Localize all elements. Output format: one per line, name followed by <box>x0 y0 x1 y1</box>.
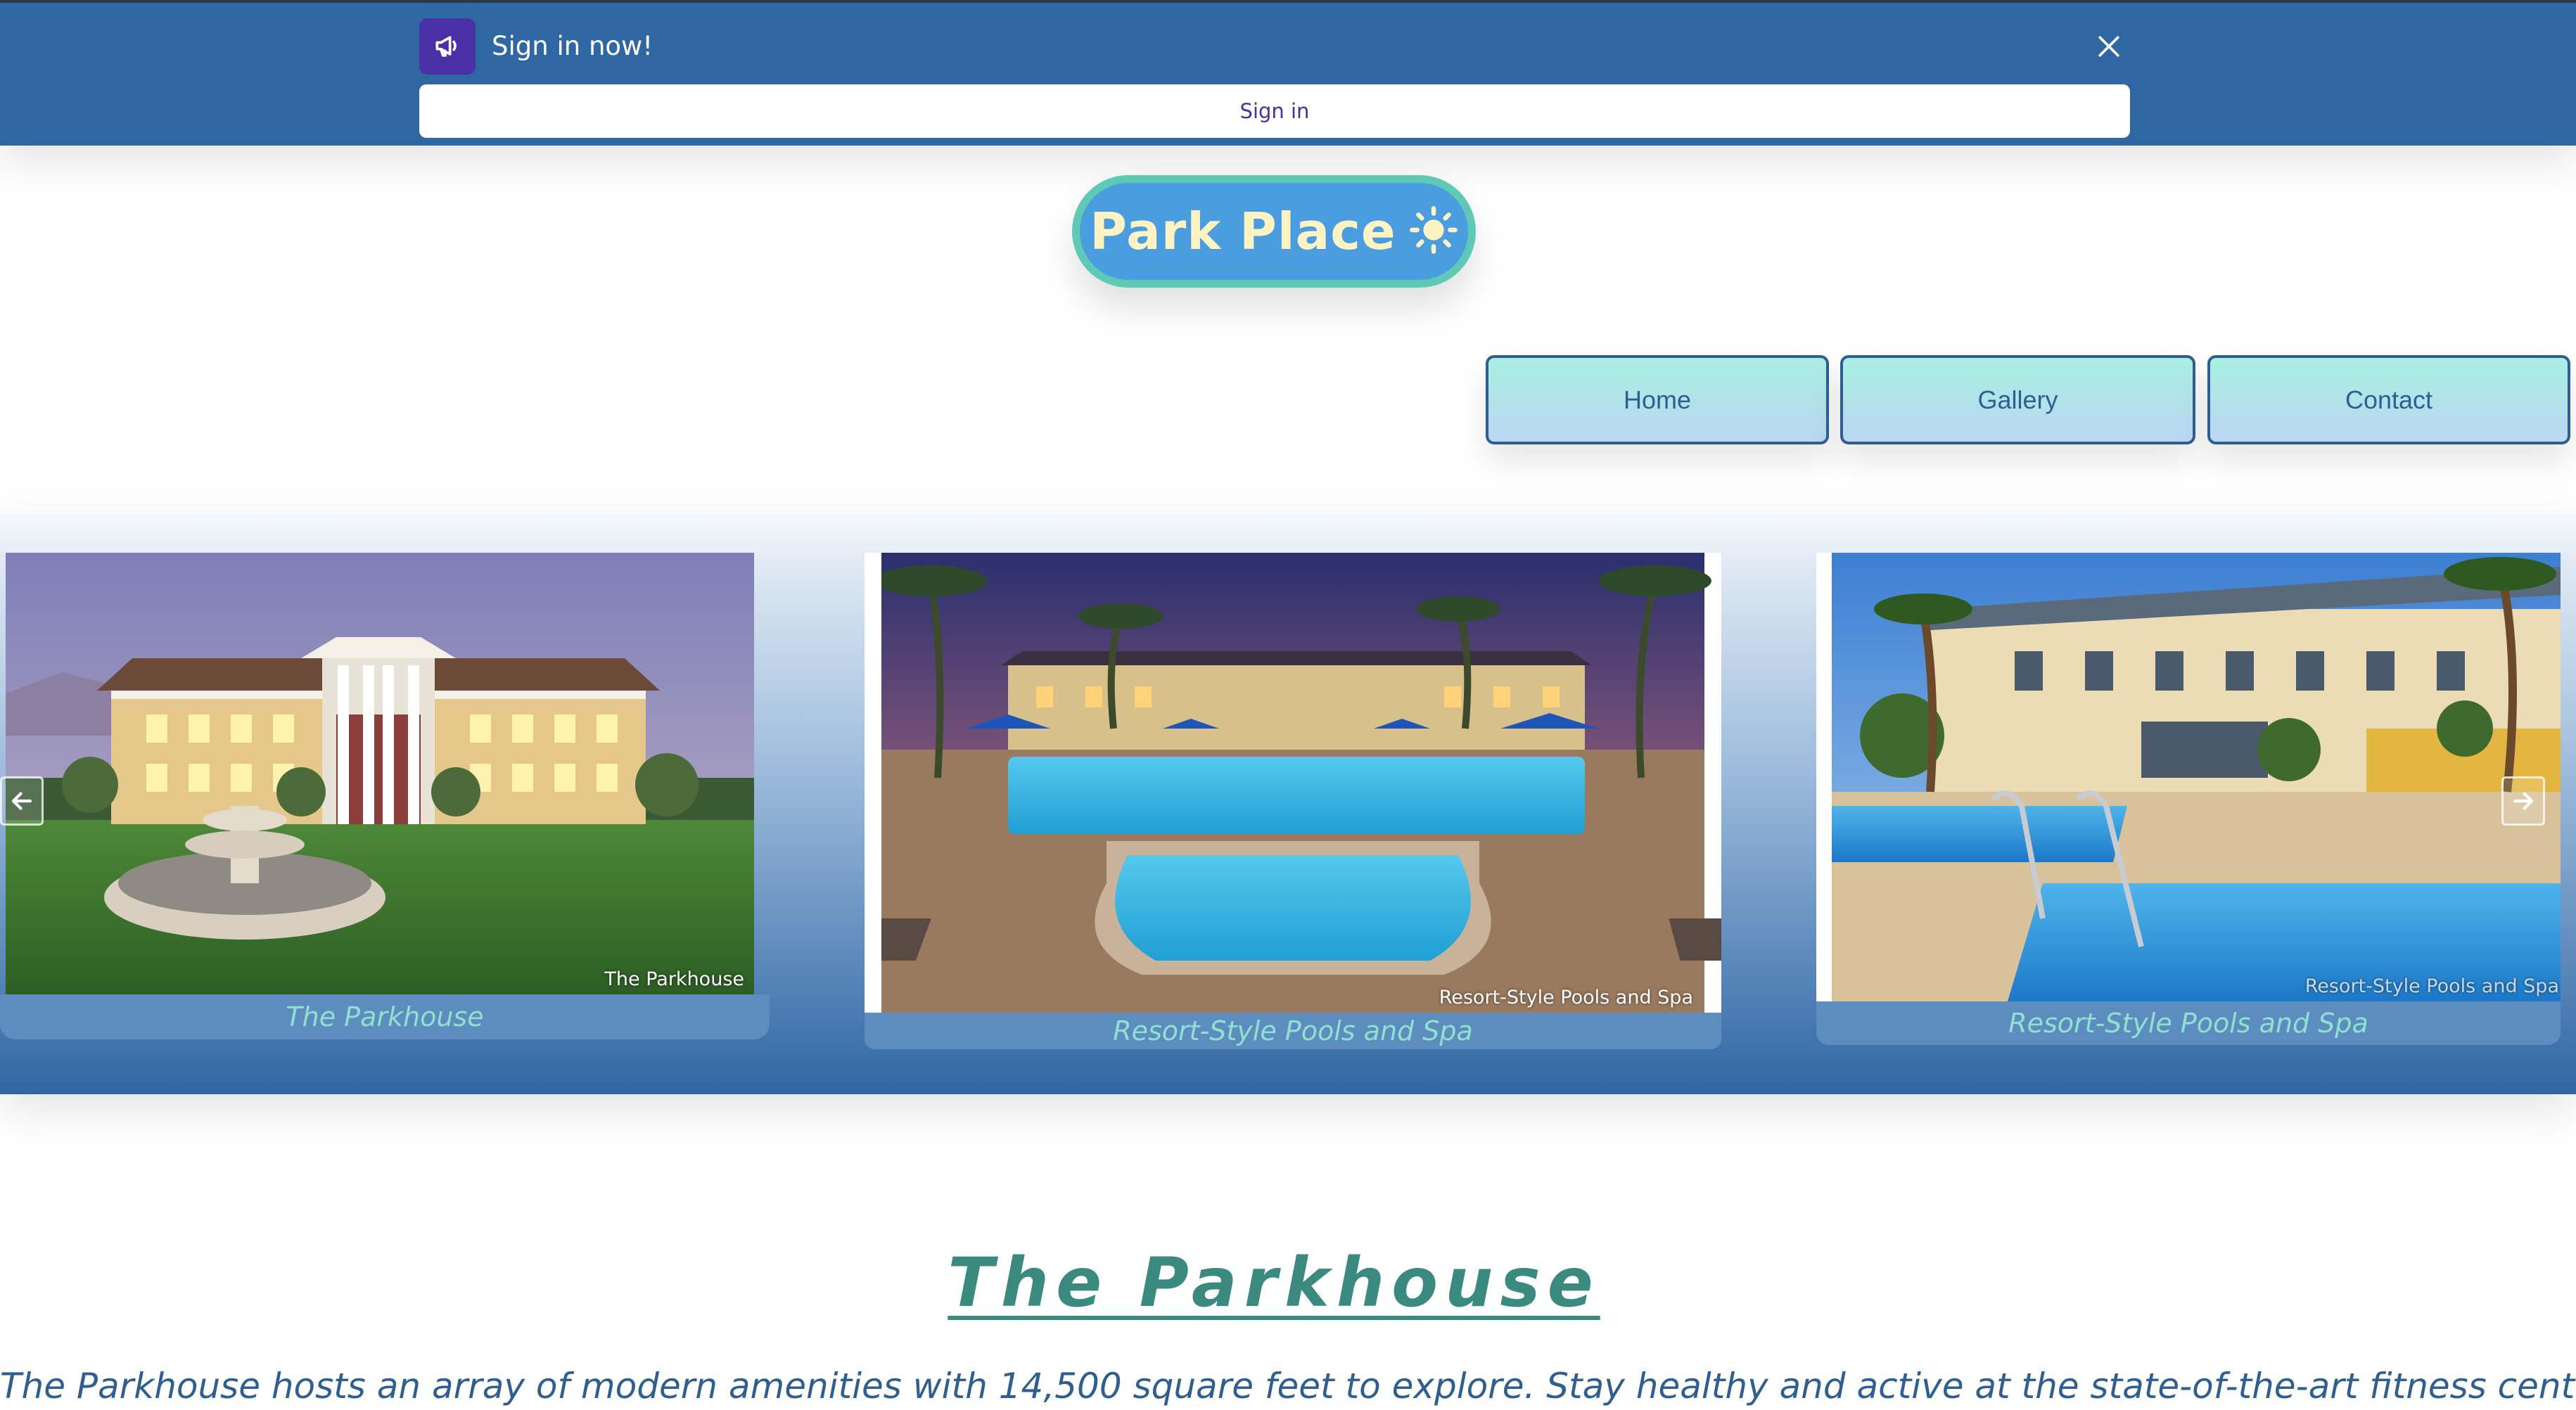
slide-caption: Resort-Style Pools and Spa <box>865 1013 1721 1049</box>
slide-image-caption: The Parkhouse <box>604 968 744 990</box>
article-body: The Parkhouse hosts an array of modern a… <box>0 1366 2576 1406</box>
slide-image: The Parkhouse <box>6 553 754 994</box>
image-carousel: The Parkhouse The Parkhouse Resort-Style… <box>0 506 2576 1094</box>
site-logo[interactable]: Park Place <box>1072 175 1476 288</box>
slide-caption: Resort-Style Pools and Spa <box>1816 1001 2561 1045</box>
close-icon[interactable] <box>2088 25 2130 68</box>
sign-in-button[interactable]: Sign in <box>419 84 2130 138</box>
carousel-slide[interactable]: Resort-Style Pools and Spa Resort-Style … <box>865 553 1721 1049</box>
arrow-left-icon <box>11 792 32 810</box>
sign-in-banner: Sign in now! Sign in <box>0 0 2576 146</box>
sun-icon <box>1409 205 1458 258</box>
nav-contact[interactable]: Contact <box>2207 355 2570 444</box>
slide-image-caption: Resort-Style Pools and Spa <box>2304 975 2559 997</box>
slide-caption: The Parkhouse <box>0 994 770 1039</box>
slide-image: Resort-Style Pools and Spa <box>1816 553 2561 1001</box>
carousel-slide[interactable]: Resort-Style Pools and Spa Resort-Style … <box>1816 553 2561 1045</box>
banner-title: Sign in now! <box>492 31 653 61</box>
article-title: The Parkhouse <box>948 1243 1600 1322</box>
logo-text: Park Place <box>1090 202 1396 261</box>
slide-image-caption: Resort-Style Pools and Spa <box>1439 987 1693 1008</box>
carousel-prev-button[interactable] <box>0 776 44 826</box>
carousel-next-button[interactable] <box>2501 776 2545 826</box>
carousel-slide[interactable]: The Parkhouse The Parkhouse <box>0 553 770 1039</box>
megaphone-icon <box>419 18 476 75</box>
nav-gallery[interactable]: Gallery <box>1840 355 2195 444</box>
nav-home[interactable]: Home <box>1486 355 1829 444</box>
arrow-right-icon <box>2513 792 2534 810</box>
slide-image: Resort-Style Pools and Spa <box>865 553 1721 1013</box>
